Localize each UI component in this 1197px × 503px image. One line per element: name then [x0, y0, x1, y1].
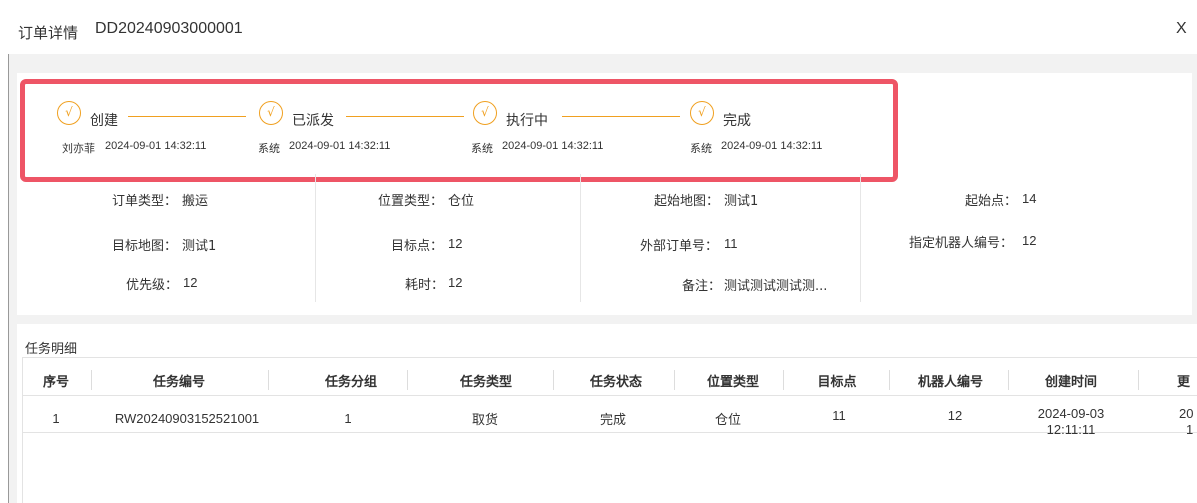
col-header-updated: 更	[1177, 375, 1191, 390]
cell-created-time: 12:11:11	[1046, 422, 1096, 437]
col-header-robot: 机器人编号	[917, 375, 983, 390]
progress-highlight-box	[20, 79, 898, 182]
start-point-label: 起始点：	[965, 194, 1018, 209]
task-table: 序号 任务编号 任务分组 任务类型 任务状态 位置类型 目标点 机器人编号 创建…	[22, 357, 1197, 503]
duration-label: 耗时：	[405, 278, 445, 293]
order-type-value: 搬运	[182, 194, 209, 209]
column-divider	[860, 174, 861, 302]
table-header: 序号 任务编号 任务分组 任务类型 任务状态 位置类型 目标点 机器人编号 创建…	[23, 358, 1197, 396]
cell-group: 1	[344, 411, 352, 426]
column-separator	[1008, 370, 1009, 390]
column-separator	[407, 370, 408, 390]
order-type-label: 订单类型：	[112, 194, 178, 209]
column-separator	[674, 370, 675, 390]
col-header-index: 序号	[42, 375, 69, 390]
cell-index: 1	[52, 411, 60, 426]
cell-updated-time: 1	[1186, 422, 1194, 437]
start-map-label: 起始地图：	[654, 194, 720, 209]
column-separator	[553, 370, 554, 390]
start-point-value: 14	[1022, 191, 1037, 206]
column-separator	[268, 370, 269, 390]
remark-value: 测试测试测试测...	[724, 279, 828, 294]
cell-updated-date: 20	[1179, 406, 1194, 421]
col-header-group: 任务分组	[324, 375, 377, 390]
target-point-value: 12	[448, 236, 463, 251]
dialog-header: 订单详情 DD20240903000001 X	[0, 0, 1197, 54]
target-map-label: 目标地图：	[112, 239, 178, 254]
external-order-label: 外部订单号：	[640, 239, 719, 254]
col-header-status: 任务状态	[589, 375, 642, 390]
cell-type: 取货	[471, 413, 498, 428]
column-separator	[91, 370, 92, 390]
col-header-location-type: 位置类型	[706, 375, 759, 390]
column-separator	[783, 370, 784, 390]
cell-robot: 12	[947, 408, 963, 423]
column-separator	[1138, 370, 1139, 390]
target-point-label: 目标点：	[391, 239, 444, 254]
location-type-label: 位置类型：	[378, 194, 444, 209]
column-separator	[889, 370, 890, 390]
target-map-value: 测试1	[182, 239, 217, 254]
cell-task-no: RW20240903152521001	[114, 411, 260, 426]
column-divider	[580, 174, 581, 302]
start-map-value: 测试1	[724, 194, 759, 209]
robot-number-value: 12	[1022, 233, 1037, 248]
table-row[interactable]: 1 RW20240903152521001 1 取货 完成 仓位 11 12 2…	[23, 396, 1197, 437]
duration-value: 12	[448, 275, 463, 290]
priority-value: 12	[183, 275, 198, 290]
cell-created-date: 2024-09-03	[1037, 406, 1105, 421]
external-order-value: 11	[724, 236, 738, 251]
col-header-task-no: 任务编号	[152, 375, 205, 390]
robot-number-label: 指定机器人编号：	[909, 236, 1014, 251]
close-button[interactable]: X	[1176, 20, 1187, 38]
col-header-created: 创建时间	[1044, 375, 1097, 390]
column-divider	[315, 174, 316, 302]
dialog-title: 订单详情	[18, 24, 79, 42]
priority-label: 优先级：	[126, 278, 179, 293]
remark-label: 备注：	[682, 279, 722, 294]
cell-location-type: 仓位	[714, 413, 741, 428]
location-type-value: 仓位	[448, 194, 475, 209]
cell-target: 11	[832, 408, 846, 423]
col-header-target: 目标点	[817, 375, 857, 390]
col-header-type: 任务类型	[459, 375, 512, 390]
order-number: DD20240903000001	[95, 20, 243, 37]
task-detail-title: 任务明细	[25, 342, 78, 357]
cell-status: 完成	[599, 413, 626, 428]
